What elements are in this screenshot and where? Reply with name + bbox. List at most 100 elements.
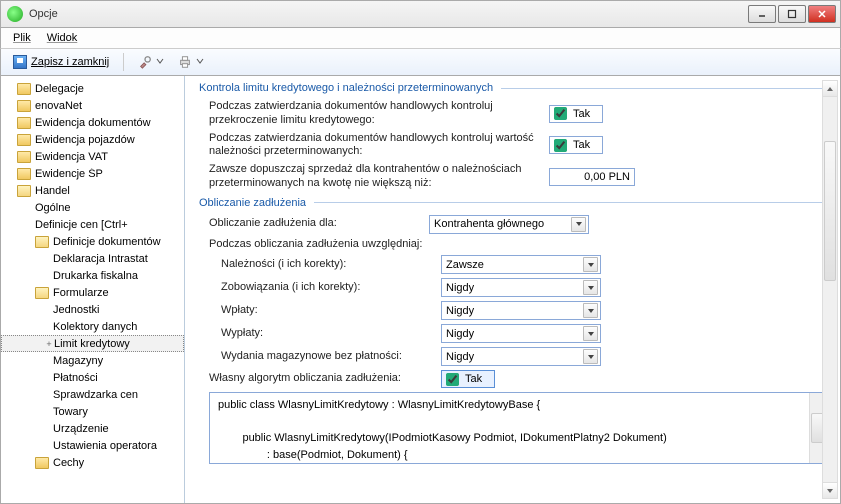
tree-item-label: Delegacje: [35, 83, 84, 95]
scrollbar-thumb[interactable]: [824, 141, 836, 281]
label-own-algorithm: Własny algorytm obliczania zadłużenia:: [209, 372, 441, 386]
tree-item[interactable]: Definicje dokumentów: [1, 233, 184, 250]
tree-item[interactable]: Ogólne: [1, 199, 184, 216]
tree-item[interactable]: enovaNet: [1, 97, 184, 114]
tree-item-label: Deklaracja Intrastat: [53, 253, 148, 265]
folder-icon: [35, 287, 49, 299]
tree-item-label: Ewidencja VAT: [35, 151, 108, 163]
tree-item[interactable]: Ewidencje ŚP: [1, 165, 184, 182]
chevron-down-icon: [571, 217, 586, 232]
tree-item[interactable]: Ewidencja VAT: [1, 148, 184, 165]
code-editor[interactable]: public class WlasnyLimitKredytowy : Wlas…: [209, 392, 826, 464]
tree-item-label: Drukarka fiskalna: [53, 270, 138, 282]
folder-icon: [17, 100, 31, 112]
tree-item-label: Magazyny: [53, 355, 103, 367]
tree-item[interactable]: Towary: [1, 403, 184, 420]
tree-item-label: Kolektory danych: [53, 321, 137, 333]
tree-item[interactable]: Definicje cen [Ctrl+: [1, 216, 184, 233]
tree-item[interactable]: Urządzenie: [1, 420, 184, 437]
tree-item[interactable]: Sprawdzarka cen: [1, 386, 184, 403]
scroll-down-button[interactable]: [823, 482, 837, 498]
folder-icon: [17, 117, 31, 129]
select-payments-in[interactable]: Nigdy: [441, 301, 601, 320]
tree-item[interactable]: +Limit kredytowy: [1, 335, 184, 352]
toolbar-separator: [123, 53, 124, 71]
toolbar: Zapisz i zamknij: [0, 48, 841, 76]
select-receivables[interactable]: Zawsze: [441, 255, 601, 274]
content-panel: Kontrola limitu kredytowego i należności…: [185, 76, 840, 503]
tree-item-label: Ogólne: [35, 202, 70, 214]
label-payments-in: Wpłaty:: [221, 304, 441, 318]
folder-icon: [17, 185, 31, 197]
folder-icon: [17, 83, 31, 95]
window-title: Opcje: [29, 8, 748, 20]
chevron-down-icon: [583, 280, 598, 295]
tools-button[interactable]: [134, 53, 168, 71]
tree-item[interactable]: Delegacje: [1, 80, 184, 97]
select-warehouse-issues[interactable]: Nigdy: [441, 347, 601, 366]
tree-item[interactable]: Jednostki: [1, 301, 184, 318]
close-button[interactable]: [808, 5, 836, 23]
folder-icon: [17, 168, 31, 180]
tree-item-label: Urządzenie: [53, 423, 109, 435]
save-icon: [13, 55, 27, 69]
menubar: Plik Widok: [0, 28, 841, 48]
checkbox-check-credit-limit[interactable]: Tak: [549, 105, 603, 123]
tree-item-label: Limit kredytowy: [54, 338, 130, 350]
tree-item-label: Ustawienia operatora: [53, 440, 157, 452]
tree-item-label: Jednostki: [53, 304, 99, 316]
chevron-down-icon: [583, 349, 598, 364]
select-payments-out[interactable]: Nigdy: [441, 324, 601, 343]
select-debt-for[interactable]: Kontrahenta głównego: [429, 215, 589, 234]
menu-file[interactable]: Plik: [13, 32, 31, 44]
tree-item-label: Towary: [53, 406, 88, 418]
folder-icon: [17, 134, 31, 146]
minimize-button[interactable]: [748, 5, 776, 23]
tree-item[interactable]: Handel: [1, 182, 184, 199]
maximize-button[interactable]: [778, 5, 806, 23]
chevron-down-icon: [156, 56, 164, 68]
tree-item[interactable]: Ewidencja pojazdów: [1, 131, 184, 148]
label-receivables: Należności (i ich korekty):: [221, 258, 441, 272]
tree-item[interactable]: Kolektory danych: [1, 318, 184, 335]
tools-icon: [138, 55, 152, 69]
tree-panel[interactable]: DelegacjeenovaNetEwidencja dokumentówEwi…: [1, 76, 185, 503]
chevron-down-icon: [583, 326, 598, 341]
chevron-down-icon: [196, 56, 204, 68]
tree-item[interactable]: Drukarka fiskalna: [1, 267, 184, 284]
save-and-close-button[interactable]: Zapisz i zamknij: [9, 53, 113, 71]
tree-item[interactable]: Ustawienia operatora: [1, 437, 184, 454]
select-liabilities[interactable]: Nigdy: [441, 278, 601, 297]
chevron-down-icon: [583, 257, 598, 272]
checkbox-own-algorithm[interactable]: Tak: [441, 370, 495, 388]
tree-item[interactable]: Ewidencja dokumentów: [1, 114, 184, 131]
tree-item-label: enovaNet: [35, 100, 82, 112]
scroll-up-button[interactable]: [823, 81, 837, 97]
tree-item-label: Definicje dokumentów: [53, 236, 161, 248]
label-check-credit-limit: Podczas zatwierdzania dokumentów handlow…: [209, 100, 549, 128]
folder-icon: [17, 151, 31, 163]
tree-item-label: Cechy: [53, 457, 84, 469]
checkbox-check-overdue[interactable]: Tak: [549, 136, 603, 154]
tree-item[interactable]: Magazyny: [1, 352, 184, 369]
label-check-overdue: Podczas zatwierdzania dokumentów handlow…: [209, 132, 549, 160]
printer-icon: [178, 55, 192, 69]
tree-item-label: Sprawdzarka cen: [53, 389, 138, 401]
label-consider: Podczas obliczania zadłużenia uwzględnia…: [209, 238, 549, 252]
tree-item-label: Definicje cen [Ctrl+: [35, 219, 128, 231]
print-button[interactable]: [174, 53, 208, 71]
folder-icon: [35, 457, 49, 469]
tree-item[interactable]: Płatności: [1, 369, 184, 386]
input-allow-sale-amount[interactable]: [549, 168, 635, 186]
group-debt-calc: Obliczanie zadłużenia: [199, 197, 826, 211]
menu-view[interactable]: Widok: [47, 32, 78, 44]
content-scrollbar[interactable]: [822, 80, 838, 499]
tree-expander[interactable]: +: [44, 339, 54, 349]
tree-item[interactable]: Cechy: [1, 454, 184, 471]
save-and-close-label: Zapisz i zamknij: [31, 56, 109, 68]
tree-item-label: Płatności: [53, 372, 98, 384]
tree-item[interactable]: Formularze: [1, 284, 184, 301]
tree-item[interactable]: Deklaracja Intrastat: [1, 250, 184, 267]
tree-item-label: Handel: [35, 185, 70, 197]
tree-item-label: Formularze: [53, 287, 109, 299]
